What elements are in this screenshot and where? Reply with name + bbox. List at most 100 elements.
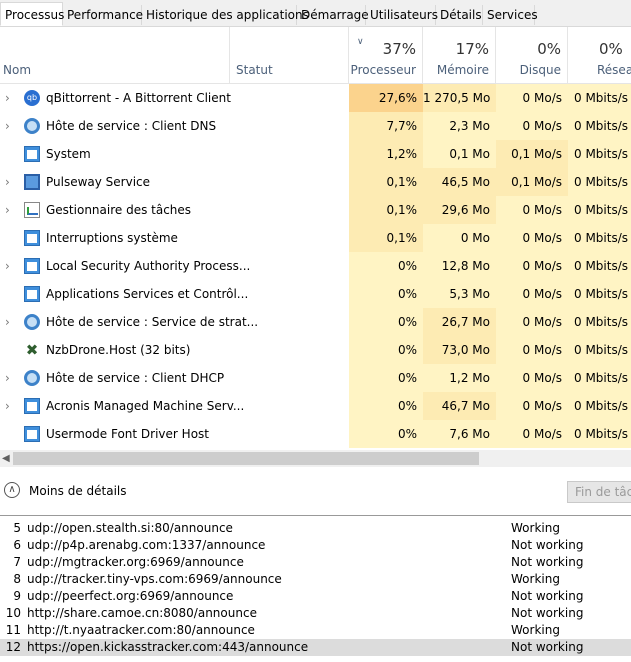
column-name[interactable]: Nom	[0, 27, 230, 83]
network-total: 0%	[599, 40, 623, 58]
tab-historique[interactable]: Historique des applications	[142, 5, 309, 25]
cpu-total: 37%	[382, 40, 416, 58]
chevron-right-icon[interactable]: ›	[5, 196, 10, 224]
network-value: 0 Mbits/s	[568, 196, 631, 224]
list-item[interactable]: 11 http://t.nyaatracker.com:80/announce Wo…	[0, 622, 631, 639]
network-value: 0 Mbits/s	[568, 140, 631, 168]
column-disk[interactable]: 0% Disque	[496, 27, 568, 83]
column-network[interactable]: 0% Réseau	[568, 27, 631, 83]
disk-value: 0,1 Mo/s	[496, 168, 568, 196]
tracker-list: 5 udp://open.stealth.si:80/announce Workin…	[0, 516, 631, 662]
tracker-number: 8	[13, 572, 21, 586]
table-row[interactable]: › Gestionnaire des tâches 0,1% 29,6 Mo 0 Mo/…	[0, 196, 631, 224]
process-name: NzbDrone.Host (32 bits)	[46, 343, 191, 357]
memory-value: 7,6 Mo	[423, 420, 496, 448]
memory-value: 26,7 Mo	[423, 308, 496, 336]
monitor-icon	[24, 174, 40, 190]
tab-details[interactable]: Détails	[436, 5, 483, 25]
qbittorrent-icon: qb	[24, 90, 40, 106]
disk-total: 0%	[537, 40, 561, 58]
chevron-up-icon[interactable]: ∧	[4, 482, 20, 498]
table-row[interactable]: Interruptions système 0,1% 0 Mo 0 Mo/s 0 Mbi…	[0, 224, 631, 252]
table-row[interactable]: › Acronis Managed Machine Serv... 0% 46,7 M…	[0, 392, 631, 420]
end-task-button[interactable]: Fin de tâche	[567, 481, 631, 503]
tab-processus[interactable]: Processus	[0, 2, 64, 26]
chevron-right-icon[interactable]: ›	[5, 364, 10, 392]
less-details-link[interactable]: Moins de détails	[29, 484, 127, 498]
list-item[interactable]: 12 https://open.kickasstracker.com:443/an…	[0, 639, 631, 656]
list-item[interactable]: 8 udp://tracker.tiny-vps.com:6969/announc…	[0, 571, 631, 588]
tab-services[interactable]: Services	[483, 5, 538, 25]
cpu-value: 0%	[349, 420, 423, 448]
chevron-right-icon[interactable]: ›	[5, 392, 10, 420]
tracker-status: Not working	[511, 589, 584, 603]
tracker-number: 10	[5, 606, 21, 620]
table-row[interactable]: ✖ NzbDrone.Host (32 bits) 0% 73,0 Mo 0 Mo/s 0…	[0, 336, 631, 364]
window-icon	[24, 398, 40, 414]
memory-value: 12,8 Mo	[423, 252, 496, 280]
tracker-status: Not working	[511, 640, 584, 654]
table-row[interactable]: Usermode Font Driver Host 0% 7,6 Mo 0 Mo/s 0…	[0, 420, 631, 448]
list-item[interactable]: 10 http://share.camoe.cn:8080/announce Not…	[0, 605, 631, 622]
process-name: Interruptions système	[46, 231, 178, 245]
table-row[interactable]: › Hôte de service : Client DHCP 0% 1,2 Mo 0 …	[0, 364, 631, 392]
table-row[interactable]: › Hôte de service : Client DNS 7,7% 2,3 Mo 0…	[0, 112, 631, 140]
chevron-right-icon[interactable]: ›	[5, 112, 10, 140]
table-row[interactable]: System 1,2% 0,1 Mo 0,1 Mo/s 0 Mbits/s	[0, 140, 631, 168]
column-status-label: Statut	[236, 63, 273, 77]
column-network-label: Réseau	[597, 63, 631, 77]
process-name: qBittorrent - A Bittorrent Client	[46, 91, 231, 105]
disk-value: 0 Mo/s	[496, 252, 568, 280]
disk-value: 0,1 Mo/s	[496, 140, 568, 168]
window-icon	[24, 230, 40, 246]
table-row[interactable]: › Local Security Authority Process... 0% 12…	[0, 252, 631, 280]
memory-value: 1,2 Mo	[423, 364, 496, 392]
tracker-status: Working	[511, 623, 560, 637]
tracker-url: udp://tracker.tiny-vps.com:6969/announce	[27, 572, 282, 586]
scroll-left-icon[interactable]: ◀	[2, 450, 10, 467]
table-row[interactable]: Applications Services et Contrôl... 0% 5,3…	[0, 280, 631, 308]
horizontal-scrollbar[interactable]: ◀	[0, 450, 631, 467]
cpu-value: 27,6%	[349, 84, 423, 112]
column-cpu-label: Processeur	[350, 63, 416, 77]
scrollbar-thumb[interactable]	[13, 452, 479, 465]
process-name: Hôte de service : Client DNS	[46, 119, 217, 133]
chevron-right-icon[interactable]: ›	[5, 84, 10, 112]
column-cpu[interactable]: ∨ 37% Processeur	[349, 27, 423, 83]
network-value: 0 Mbits/s	[568, 224, 631, 252]
column-header: Nom Statut ∨ 37% Processeur 17% Mémoire …	[0, 27, 631, 84]
tab-utilisateurs[interactable]: Utilisateurs	[366, 5, 438, 25]
network-value: 0 Mbits/s	[568, 168, 631, 196]
tab-performance[interactable]: Performance	[63, 5, 143, 25]
table-row[interactable]: › Hôte de service : Service de strat... 0%…	[0, 308, 631, 336]
table-row[interactable]: › Pulseway Service 0,1% 46,5 Mo 0,1 Mo/s 0 Mb…	[0, 168, 631, 196]
disk-value: 0 Mo/s	[496, 224, 568, 252]
column-memory[interactable]: 17% Mémoire	[423, 27, 496, 83]
tab-demarrage[interactable]: Démarrage	[297, 5, 369, 25]
tracker-status: Working	[511, 572, 560, 586]
window-icon	[24, 426, 40, 442]
cpu-value: 0,1%	[349, 224, 423, 252]
window-icon	[24, 258, 40, 274]
disk-value: 0 Mo/s	[496, 196, 568, 224]
table-row[interactable]: › qb qBittorrent - A Bittorrent Client 27,6…	[0, 84, 631, 112]
tracker-url: udp://p4p.arenabg.com:1337/announce	[27, 538, 266, 552]
window-icon	[24, 146, 40, 162]
process-name: Pulseway Service	[46, 175, 151, 189]
list-item[interactable]: 5 udp://open.stealth.si:80/announce Workin…	[0, 520, 631, 537]
tracker-url: udp://peerfect.org:6969/announce	[27, 589, 234, 603]
list-item[interactable]: 6 udp://p4p.arenabg.com:1337/announce Not …	[0, 537, 631, 554]
column-status[interactable]: Statut	[230, 27, 349, 83]
list-item[interactable]: 7 udp://mgtracker.org:6969/announce Not wo…	[0, 554, 631, 571]
disk-value: 0 Mo/s	[496, 420, 568, 448]
disk-value: 0 Mo/s	[496, 280, 568, 308]
list-item[interactable]: 9 udp://peerfect.org:6969/announce Not wor…	[0, 588, 631, 605]
chevron-right-icon[interactable]: ›	[5, 168, 10, 196]
tracker-status: Working	[511, 521, 560, 535]
disk-value: 0 Mo/s	[496, 364, 568, 392]
disk-value: 0 Mo/s	[496, 84, 568, 112]
chevron-right-icon[interactable]: ›	[5, 308, 10, 336]
chevron-right-icon[interactable]: ›	[5, 252, 10, 280]
column-memory-label: Mémoire	[436, 63, 489, 77]
tracker-number: 12	[5, 640, 21, 654]
